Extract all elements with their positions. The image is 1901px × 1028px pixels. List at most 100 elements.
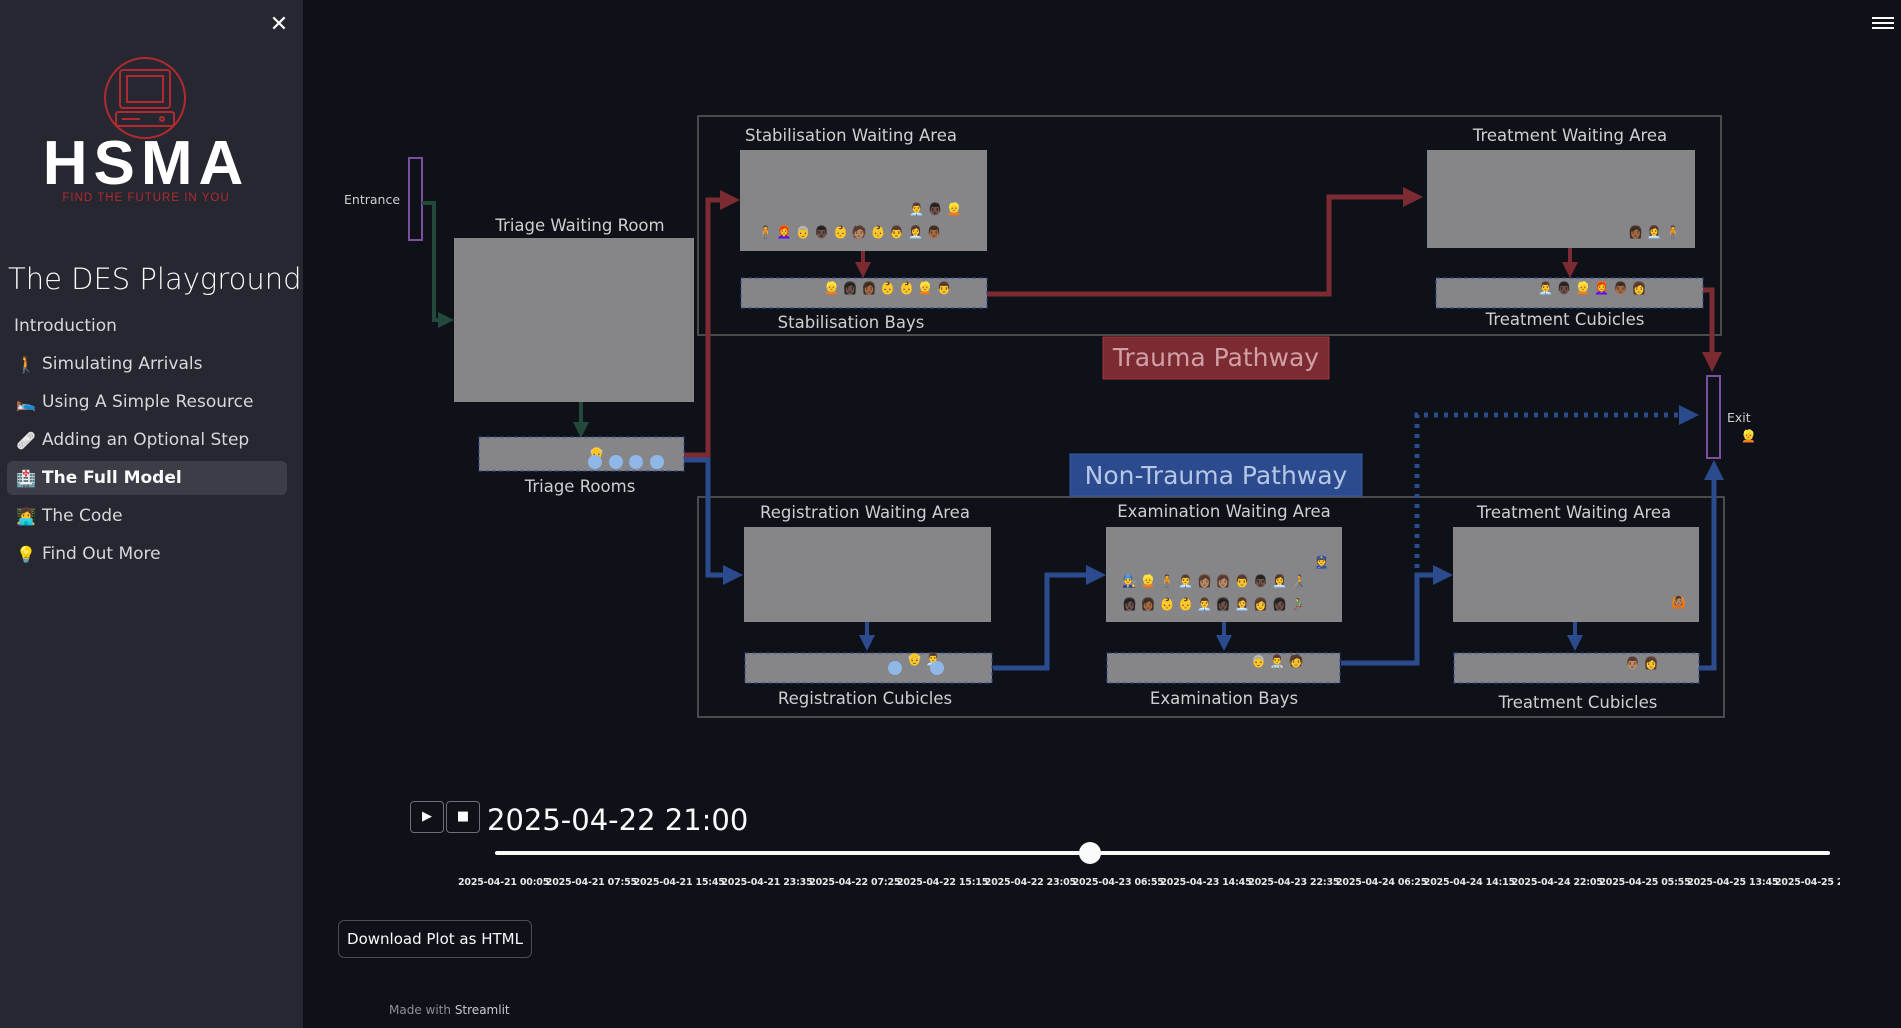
computer-logo-icon xyxy=(104,57,186,139)
walking-person-icon: 🚶 xyxy=(16,354,36,374)
trauma-treat-waiting-patients: 👩🏾 👩‍💼 🧍 xyxy=(1628,225,1680,239)
trauma-treatment-cubicles-label: Treatment Cubicles xyxy=(1485,310,1645,329)
nav-label: Simulating Arrivals xyxy=(42,354,203,374)
sidebar-nav: Introduction 🚶 Simulating Arrivals 🛌 Usi… xyxy=(7,309,287,575)
sidebar: ✕ HSMA FIND THE FUTURE IN YOU The DES Pl… xyxy=(0,0,303,1028)
play-button[interactable]: ▶ xyxy=(410,801,444,833)
registration-waiting-box xyxy=(744,527,991,622)
triage-to-registration-arrow xyxy=(684,457,743,585)
footer: Made with Streamlit xyxy=(389,1003,510,1017)
exam-waiting-patients-row1: 👨‍🔧 👱 🧍 👨‍💼 👩🏽 👩🏽 👨 👨🏿 👩‍💼 🧑‍🦯 xyxy=(1122,573,1306,588)
timeline-tick-label: 2025-04-25 05:55 xyxy=(1599,877,1691,888)
triage-waiting-label: Triage Waiting Room xyxy=(494,216,664,235)
timeline-tick-label: 2025-04-23 06:55 xyxy=(1072,877,1164,888)
stabilisation-bays-label: Stabilisation Bays xyxy=(778,313,925,332)
timeline-tick-label: 2025-04-25 21:35 xyxy=(1775,877,1840,888)
trauma-cubicles-to-exit-arrow xyxy=(1702,287,1722,372)
app-title: The DES Playground xyxy=(8,262,302,296)
hamburger-menu-icon xyxy=(1872,17,1894,19)
timeline-tick-label: 2025-04-21 07:55 xyxy=(545,877,637,888)
current-time-label: 2025-04-22 21:00 xyxy=(487,803,749,837)
nt-cubicles-to-exit-arrow xyxy=(1699,460,1724,671)
exited-patient-icon: 👱 xyxy=(1741,428,1756,443)
lightbulb-icon: 💡 xyxy=(16,544,36,564)
nt-treatment-waiting-box xyxy=(1453,527,1699,622)
timeline-tick-label: 2025-04-24 22:05 xyxy=(1511,877,1603,888)
timeline-tick-label: 2025-04-24 14:15 xyxy=(1423,877,1515,888)
stab-waiting-patients-row1: 👨‍💼 👨🏿 👱 xyxy=(909,201,961,216)
nav-item-find-out-more[interactable]: 💡 Find Out More xyxy=(7,537,287,571)
hamburger-line xyxy=(1872,22,1894,24)
timeline-tick-label: 2025-04-24 06:25 xyxy=(1336,877,1428,888)
nav-item-optional-step[interactable]: 🩹 Adding an Optional Step xyxy=(7,423,287,457)
logo-tagline: FIND THE FUTURE IN YOU xyxy=(62,192,229,204)
timeline-tick-label: 2025-04-21 23:35 xyxy=(721,877,813,888)
nav-label: Adding an Optional Step xyxy=(42,430,250,450)
hospital-icon: 🏥 xyxy=(16,468,36,488)
exam-waiting-patients-row0: 👮 xyxy=(1314,554,1329,569)
entrance-to-triage-arrow xyxy=(422,201,454,328)
bandage-icon: 🩹 xyxy=(16,430,36,450)
nav-item-simple-resource[interactable]: 🛌 Using A Simple Resource xyxy=(7,385,287,419)
exit-marker xyxy=(1706,375,1721,459)
nt-treatment-cubicles-label: Treatment Cubicles xyxy=(1498,693,1658,712)
empty-slot xyxy=(609,455,623,469)
close-icon: ✕ xyxy=(269,12,289,37)
nt-cubicles-patients: 👨🏽 👩 xyxy=(1625,656,1659,670)
empty-slot xyxy=(888,661,902,675)
nav-item-the-code[interactable]: 👩‍💻 The Code xyxy=(7,499,287,533)
process-animation-plot[interactable]: Entrance Exit Triage Waiting Room Triage… xyxy=(330,100,1780,740)
empty-slot xyxy=(930,661,944,675)
examination-bays-label: Examination Bays xyxy=(1150,689,1298,708)
coder-icon: 👩‍💻 xyxy=(16,506,36,526)
stop-icon: ■ xyxy=(456,809,470,824)
download-plot-button[interactable]: Download Plot as HTML xyxy=(338,920,532,958)
nav-label: The Code xyxy=(42,506,123,526)
close-sidebar-button[interactable]: ✕ xyxy=(266,12,292,38)
exam-bays-patients: 👵 👨‍⚕️ 🧑 xyxy=(1251,653,1304,668)
nav-label: Find Out More xyxy=(42,544,161,564)
timeline-tick-label: 2025-04-23 14:45 xyxy=(1160,877,1252,888)
empty-slot xyxy=(588,455,602,469)
timeline-slider-track[interactable] xyxy=(495,851,1830,855)
entrance-label: Entrance xyxy=(344,192,400,207)
stab-bays-patients: 👱 👩🏿 👩🏾 👶 👶 👱 👨 xyxy=(824,280,951,295)
exit-label: Exit xyxy=(1727,410,1751,425)
registration-waiting-label: Registration Waiting Area xyxy=(760,503,970,522)
timeline-tick-label: 2025-04-22 07:25 xyxy=(809,877,901,888)
examination-waiting-label: Examination Waiting Area xyxy=(1117,502,1331,521)
nav-item-full-model[interactable]: 🏥 The Full Model xyxy=(7,461,287,495)
timeline-tick-label: 2025-04-25 13:45 xyxy=(1687,877,1779,888)
registration-cubicles-label: Registration Cubicles xyxy=(778,689,952,708)
empty-slot xyxy=(629,455,643,469)
nav-label: Using A Simple Resource xyxy=(42,392,254,412)
reg-cubicles-to-exam-arrow xyxy=(993,565,1106,671)
examination-bays-box xyxy=(1106,652,1341,684)
stab-waiting-patients-row2: 🧍 👩‍🦰 👵 👨🏿 👶 🧑🏽 👶 👨 👩‍💼 👨🏾 xyxy=(758,224,942,239)
timeline-tick-label: 2025-04-23 22:35 xyxy=(1248,877,1340,888)
timeline-tick-label: 2025-04-21 15:45 xyxy=(633,877,725,888)
footer-prefix: Made with xyxy=(389,1003,451,1017)
nav-item-introduction[interactable]: Introduction xyxy=(7,309,287,343)
play-icon: ▶ xyxy=(422,809,432,824)
non-trauma-pathway-title: Non-Trauma Pathway xyxy=(1085,461,1348,490)
timeline-slider-handle[interactable] xyxy=(1079,842,1102,864)
stabilisation-waiting-label: Stabilisation Waiting Area xyxy=(745,126,957,145)
timeline-ticks: 2025-04-21 00:05 2025-04-21 07:55 2025-04-… xyxy=(455,877,1840,893)
main-menu-button[interactable] xyxy=(1872,14,1894,32)
nav-item-simulating-arrivals[interactable]: 🚶 Simulating Arrivals xyxy=(7,347,287,381)
stop-button[interactable]: ■ xyxy=(446,801,480,833)
triage-waiting-box xyxy=(454,238,694,402)
hsma-logo: HSMA FIND THE FUTURE IN YOU xyxy=(43,57,250,204)
nt-treatment-cubicles-box xyxy=(1453,652,1700,684)
registration-cubicles-box xyxy=(744,652,993,684)
streamlit-link[interactable]: Streamlit xyxy=(455,1003,510,1017)
bed-icon: 🛌 xyxy=(16,392,36,412)
hamburger-line xyxy=(1872,27,1894,29)
app-root: ✕ HSMA FIND THE FUTURE IN YOU The DES Pl… xyxy=(0,0,1901,1028)
entrance-marker xyxy=(408,157,423,241)
nt-treat-waiting-patients: 🙆🏽 xyxy=(1671,595,1686,609)
trauma-cubicles-patients: 👨‍💼 👨🏿 👱 👩‍🦰 👨🏾 👩 xyxy=(1538,280,1647,295)
nav-label: Introduction xyxy=(14,316,117,336)
logo-wordmark: HSMA xyxy=(43,129,250,198)
